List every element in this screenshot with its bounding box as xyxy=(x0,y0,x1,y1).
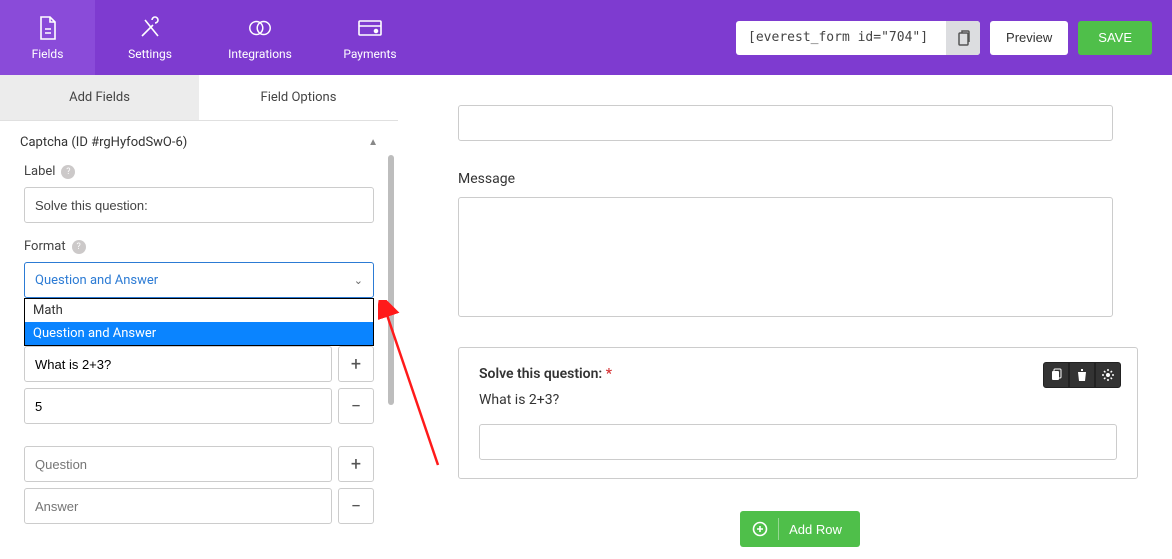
help-icon[interactable]: ? xyxy=(72,240,86,254)
form-canvas: Message xyxy=(398,75,1172,559)
qa-block-1: + − xyxy=(0,346,398,446)
section-header-captcha[interactable]: Captcha (ID #rgHyfodSwO-6) ▲ xyxy=(0,121,398,164)
tab-fields[interactable]: Fields xyxy=(0,0,95,75)
remove-qa-button[interactable]: − xyxy=(338,488,374,524)
delete-button[interactable] xyxy=(1069,362,1095,388)
plus-circle-icon xyxy=(752,521,768,537)
add-qa-button[interactable]: + xyxy=(338,446,374,482)
duplicate-button[interactable] xyxy=(1043,362,1069,388)
file-icon xyxy=(35,15,61,41)
label-heading: Label ? xyxy=(24,164,374,179)
tab-label: Settings xyxy=(128,47,172,61)
question-input-2[interactable] xyxy=(24,446,332,482)
copy-shortcode-button[interactable] xyxy=(946,21,980,55)
trash-icon xyxy=(1076,368,1088,382)
field-group-label: Label ? xyxy=(0,164,398,239)
gear-icon xyxy=(1101,368,1115,382)
tab-settings[interactable]: Settings xyxy=(95,0,205,75)
format-option-qa[interactable]: Question and Answer xyxy=(25,322,373,345)
top-toolbar: Fields Settings Integrations Payments xyxy=(0,0,1172,75)
tab-label: Fields xyxy=(32,47,64,61)
integrations-icon xyxy=(247,15,273,41)
format-select-wrap: Question and Answer ⌄ Math Question and … xyxy=(24,262,374,298)
clipboard-icon xyxy=(955,29,971,47)
card-actions xyxy=(1043,362,1121,388)
format-heading: Format ? xyxy=(24,239,374,254)
remove-qa-button[interactable]: − xyxy=(338,388,374,424)
sidebar-tabs: Add Fields Field Options xyxy=(0,75,398,121)
required-asterisk: * xyxy=(606,366,612,382)
qa-block-2: + − xyxy=(0,446,398,546)
message-textarea[interactable] xyxy=(458,197,1113,317)
answer-input-1[interactable] xyxy=(24,388,332,424)
format-option-math[interactable]: Math xyxy=(25,299,373,322)
shortcode-box xyxy=(736,21,980,55)
answer-input-2[interactable] xyxy=(24,488,332,524)
question-input-1[interactable] xyxy=(24,346,332,382)
tab-integrations[interactable]: Integrations xyxy=(205,0,315,75)
settings-button[interactable] xyxy=(1095,362,1121,388)
tab-label: Integrations xyxy=(228,47,292,61)
tab-payments[interactable]: Payments xyxy=(315,0,425,75)
captcha-card[interactable]: Solve this question: * What is 2+3? xyxy=(458,347,1138,479)
preview-button[interactable]: Preview xyxy=(990,21,1068,55)
copy-icon xyxy=(1050,368,1062,382)
payments-icon xyxy=(357,15,383,41)
format-select[interactable]: Question and Answer ⌄ xyxy=(24,262,374,298)
sidebar: Add Fields Field Options Captcha (ID #rg… xyxy=(0,75,398,559)
shortcode-input[interactable] xyxy=(736,30,946,45)
collapse-icon: ▲ xyxy=(368,137,378,148)
field-group-format: Format ? Question and Answer ⌄ Math Ques… xyxy=(0,239,398,314)
captcha-question: What is 2+3? xyxy=(479,392,1117,408)
canvas-field-input-stub[interactable] xyxy=(458,105,1113,141)
add-qa-button[interactable]: + xyxy=(338,346,374,382)
message-label: Message xyxy=(458,171,1142,187)
help-icon[interactable]: ? xyxy=(61,165,75,179)
format-dropdown: Math Question and Answer xyxy=(24,298,374,346)
section-title: Captcha (ID #rgHyfodSwO-6) xyxy=(20,135,187,150)
format-selected-value: Question and Answer xyxy=(35,273,158,288)
main-area: Add Fields Field Options Captcha (ID #rg… xyxy=(0,75,1172,559)
toolbar-nav: Fields Settings Integrations Payments xyxy=(0,0,425,75)
save-button[interactable]: SAVE xyxy=(1078,21,1152,55)
sidebar-scrollbar[interactable] xyxy=(388,155,394,405)
tab-label: Payments xyxy=(343,47,396,61)
tools-icon xyxy=(137,15,163,41)
label-input[interactable] xyxy=(24,187,374,223)
captcha-title: Solve this question: * xyxy=(479,366,612,382)
add-row-button[interactable]: Add Row xyxy=(740,511,860,547)
captcha-answer-input[interactable] xyxy=(479,424,1117,460)
chevron-down-icon: ⌄ xyxy=(354,274,363,287)
add-row-label: Add Row xyxy=(789,522,842,537)
sidetab-field-options[interactable]: Field Options xyxy=(199,75,398,120)
sidetab-add-fields[interactable]: Add Fields xyxy=(0,75,199,120)
toolbar-right: Preview SAVE xyxy=(736,0,1172,75)
